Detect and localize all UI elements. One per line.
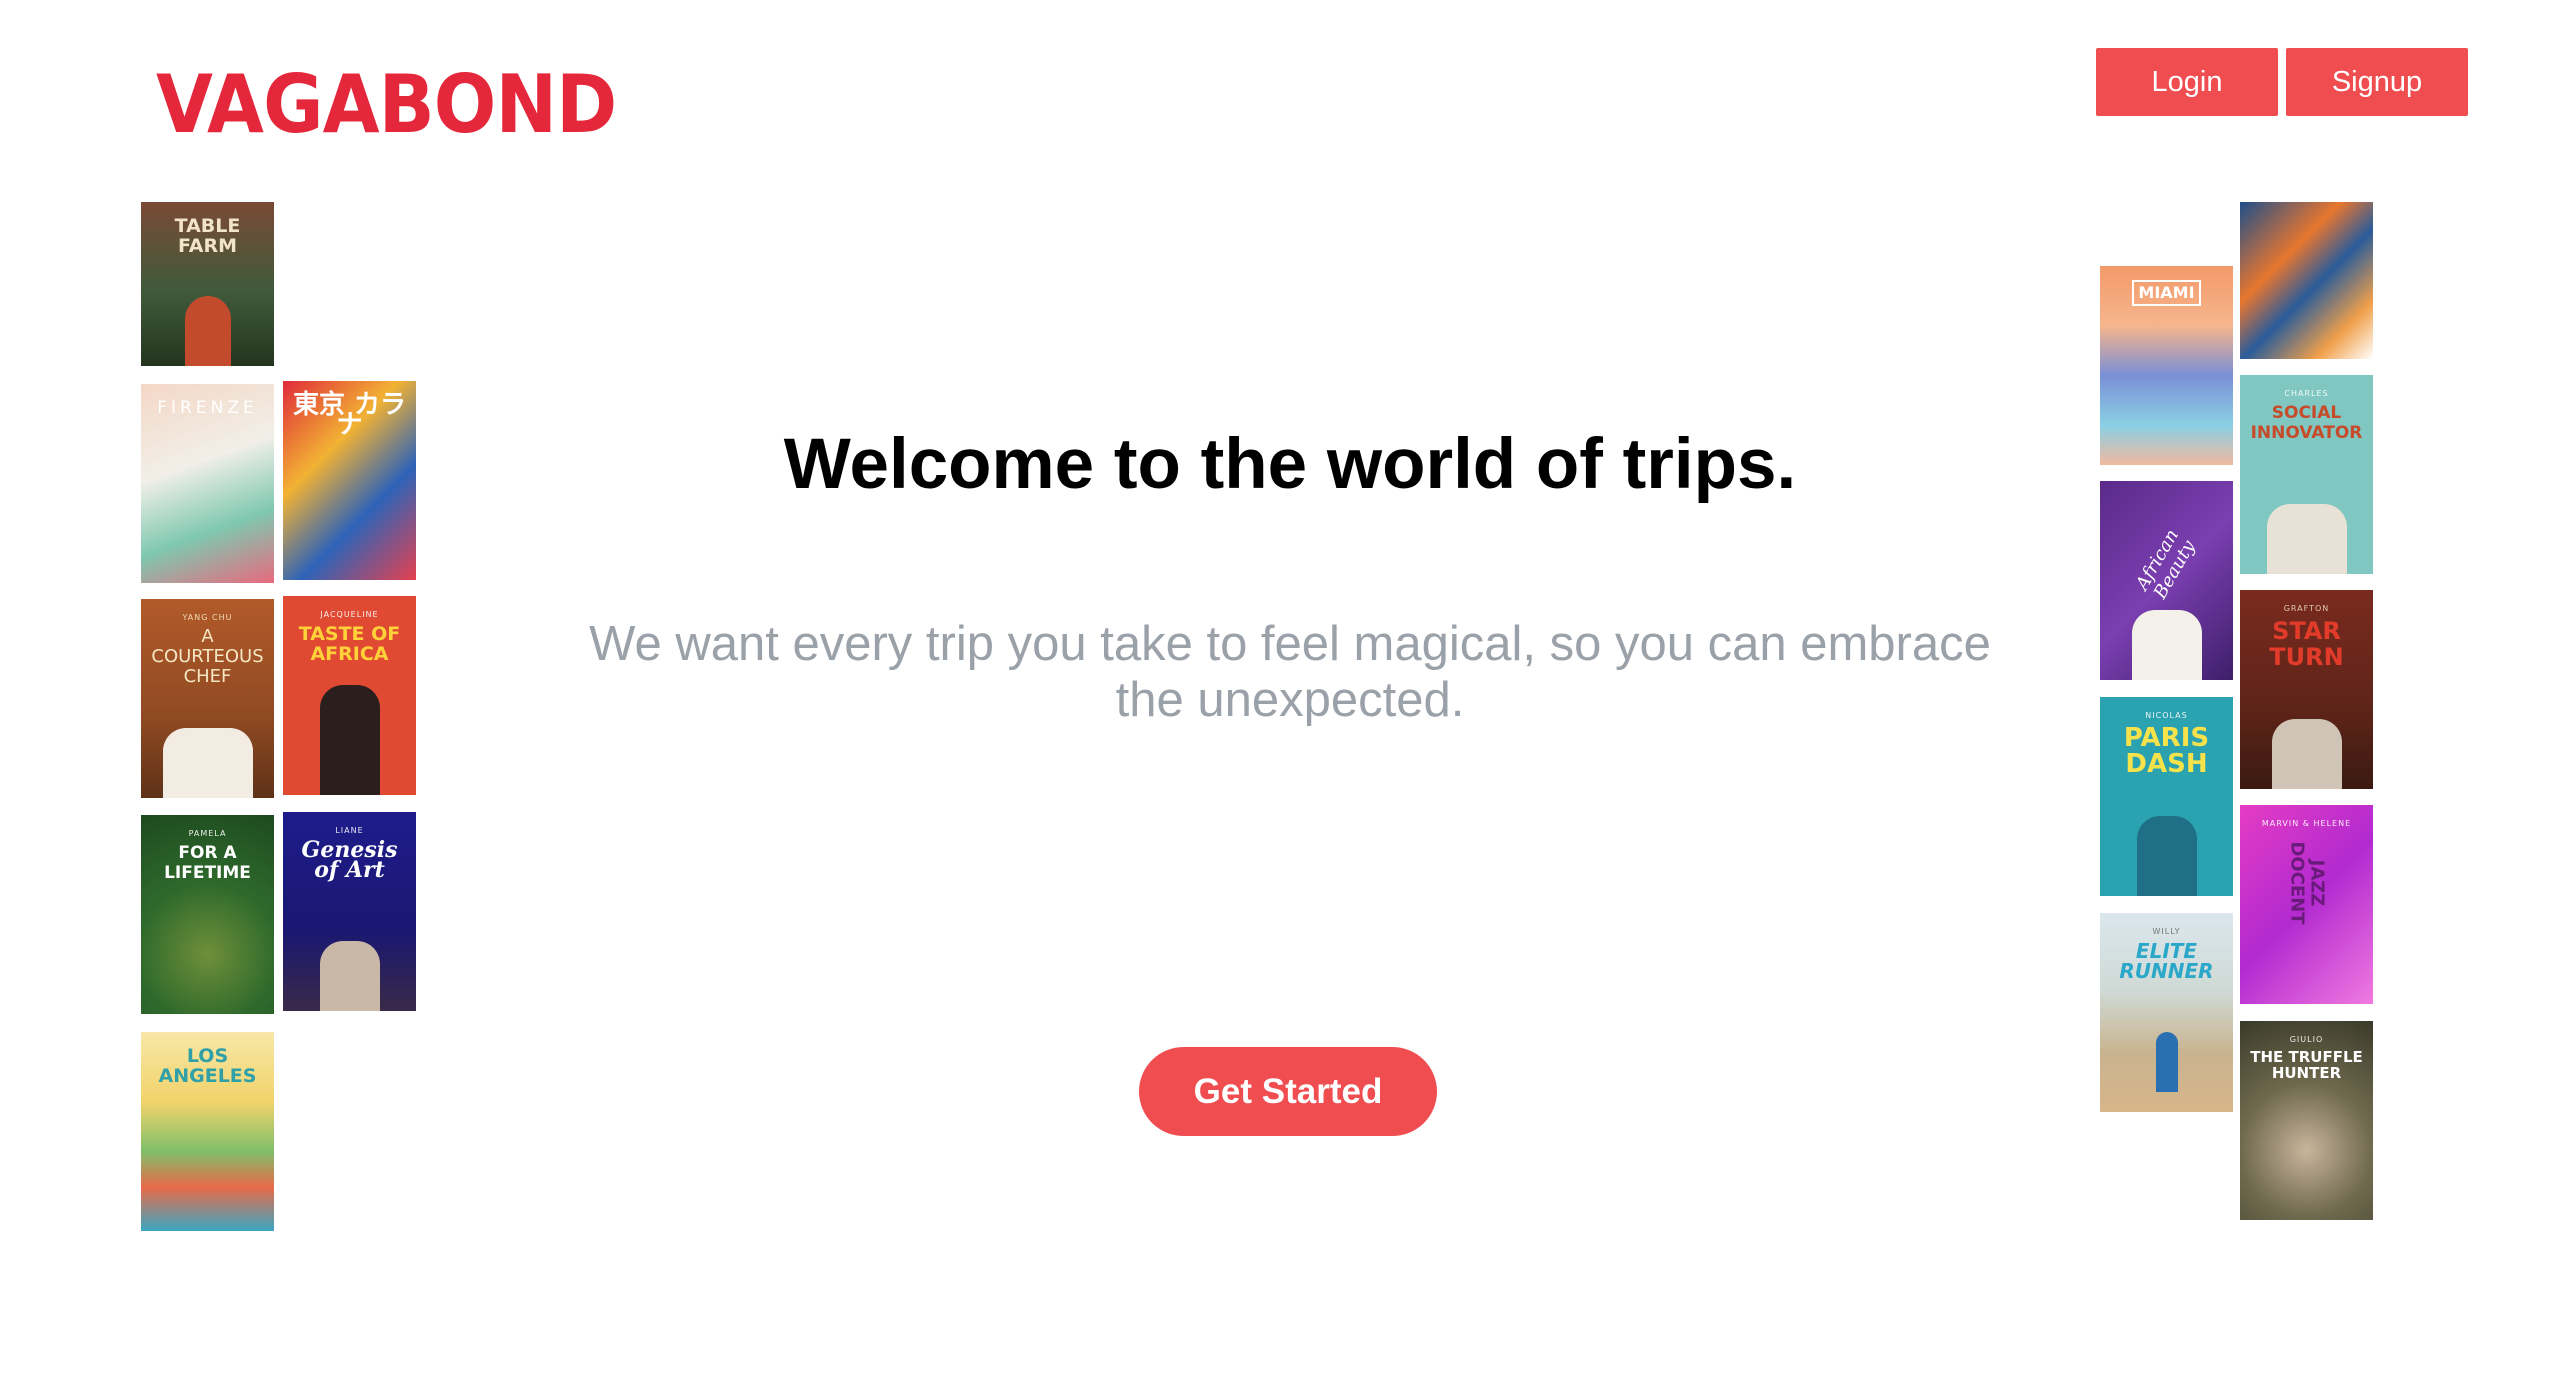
cover-title: Genesis of Art (301, 837, 398, 883)
trip-cover-paris-dash[interactable]: NICOLAS PARIS DASH (2100, 697, 2233, 896)
cover-title: TASTE OF AFRICA (298, 623, 401, 665)
cover-host: GIULIO (2289, 1035, 2324, 1044)
signup-button[interactable]: Signup (2286, 48, 2468, 116)
hero-subheadline: We want every trip you take to feel magi… (589, 617, 1991, 727)
person-figure (319, 941, 380, 1011)
cover-host: LIANE (335, 826, 364, 835)
cover-title: STAR TURN (2269, 617, 2344, 671)
trip-cover-tokyo[interactable]: 東京 カラナ (283, 381, 416, 580)
cover-title: PARIS DASH (2123, 723, 2210, 779)
cover-title: SOCIAL INNOVATOR (2250, 403, 2363, 443)
person-figure (184, 296, 231, 366)
hero-headline: Welcome to the world of trips. (783, 425, 1797, 504)
cover-host: GRAFTON (2283, 604, 2330, 613)
trip-cover-taste-of-africa[interactable]: JACQUELINE TASTE OF AFRICA (283, 596, 416, 795)
trip-cover-firenze[interactable]: FIRENZE (141, 384, 274, 583)
cover-host: YANG CHU (182, 613, 233, 622)
cover-title: LOS ANGELES (158, 1045, 257, 1087)
trip-cover-african-beauty[interactable]: African Beauty (2100, 481, 2233, 680)
trip-cover-elite-runner[interactable]: WILLY ELITE RUNNER (2100, 913, 2233, 1112)
trip-cover-los-angeles[interactable]: LOS ANGELES (141, 1032, 274, 1231)
person-figure (2271, 719, 2342, 789)
login-button[interactable]: Login (2096, 48, 2278, 116)
get-started-button[interactable]: Get Started (1139, 1047, 1437, 1136)
trip-cover-courteous-chef[interactable]: YANG CHU A COURTEOUS CHEF (141, 599, 274, 798)
trip-cover-truffle-hunter[interactable]: GIULIO THE TRUFFLE HUNTER (2240, 1021, 2373, 1220)
cover-title: FIRENZE (157, 398, 258, 418)
person-figure (2155, 1032, 2178, 1092)
cover-title: TABLE FARM (174, 215, 241, 257)
cover-host: WILLY (2152, 927, 2181, 936)
cover-title: FOR A LIFETIME (164, 843, 251, 883)
person-figure (319, 685, 380, 795)
person-figure (2131, 610, 2202, 680)
trip-cover-illustration[interactable] (2240, 202, 2373, 359)
trip-cover-miami[interactable]: MIAMI (2100, 266, 2233, 465)
cover-host: CHARLES (2284, 389, 2329, 398)
cover-title: A COURTEOUS CHEF (151, 626, 264, 687)
cover-host: NICOLAS (2145, 711, 2188, 720)
trip-cover-star-turn[interactable]: GRAFTON STAR TURN (2240, 590, 2373, 789)
trip-cover-table-farm[interactable]: TABLE FARM (141, 202, 274, 366)
cover-host: JACQUELINE (320, 610, 379, 619)
cover-title: 東京 カラナ (292, 390, 407, 440)
trip-cover-social-innovator[interactable]: CHARLES SOCIAL INNOVATOR (2240, 375, 2373, 574)
cover-title: MIAMI (2132, 280, 2201, 306)
person-figure (162, 728, 253, 798)
vagabond-logo[interactable]: VAGABOND (156, 60, 617, 150)
cover-title: ELITE RUNNER (2119, 939, 2214, 983)
person-figure (2266, 504, 2347, 574)
cover-host: PAMELA (188, 829, 227, 838)
trip-cover-for-a-lifetime[interactable]: PAMELA FOR A LIFETIME (141, 815, 274, 1014)
person-figure (2136, 816, 2197, 896)
trip-cover-jazz-docent[interactable]: MARVIN & HELENE JAZZ DOCENT (2240, 805, 2373, 1004)
cover-title: THE TRUFFLE HUNTER (2250, 1048, 2363, 1082)
trip-cover-genesis-of-art[interactable]: LIANE Genesis of Art (283, 812, 416, 1011)
cover-title: JAZZ DOCENT (2286, 841, 2328, 925)
